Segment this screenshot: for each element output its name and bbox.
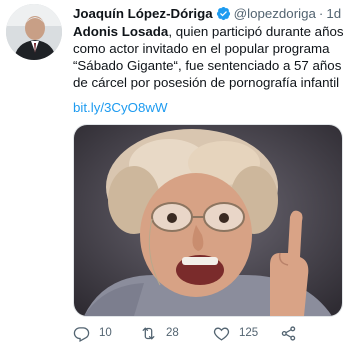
heart-icon [213,327,230,341]
reply-button[interactable]: 10 [73,325,112,342]
photo-illustration [74,125,342,316]
verified-badge-icon [216,6,230,20]
retweet-icon [142,327,155,339]
tweet-link[interactable]: bit.ly/3CyO8wW [73,100,168,115]
header-separator: · [318,5,324,21]
tweet-header: Joaquín López-Dóriga @lopezdoriga · 1d [73,4,344,22]
author-handle[interactable]: @lopezdoriga [234,6,316,21]
tweet-timestamp[interactable]: 1d [326,6,341,21]
author-avatar[interactable] [6,4,62,60]
tweet-actions-bar: 10 28 125 [73,322,313,344]
reply-icon [73,326,90,342]
author-name[interactable]: Joaquín López-Dóriga [73,6,213,21]
like-count: 125 [239,327,259,339]
share-button[interactable] [280,325,297,342]
tweet-card[interactable]: Joaquín López-Dóriga @lopezdoriga · 1d A… [0,0,350,348]
reply-count: 10 [99,327,112,339]
retweet-button[interactable]: 28 [140,325,179,342]
tweet-text-bold: Adonis Losada [73,24,169,39]
retweet-count: 28 [166,327,179,339]
share-icon [281,325,296,341]
tweet-text: Adonis Losada, quien participó durante a… [73,23,345,91]
like-button[interactable]: 125 [213,325,258,342]
tweet-media-image[interactable] [73,124,343,317]
